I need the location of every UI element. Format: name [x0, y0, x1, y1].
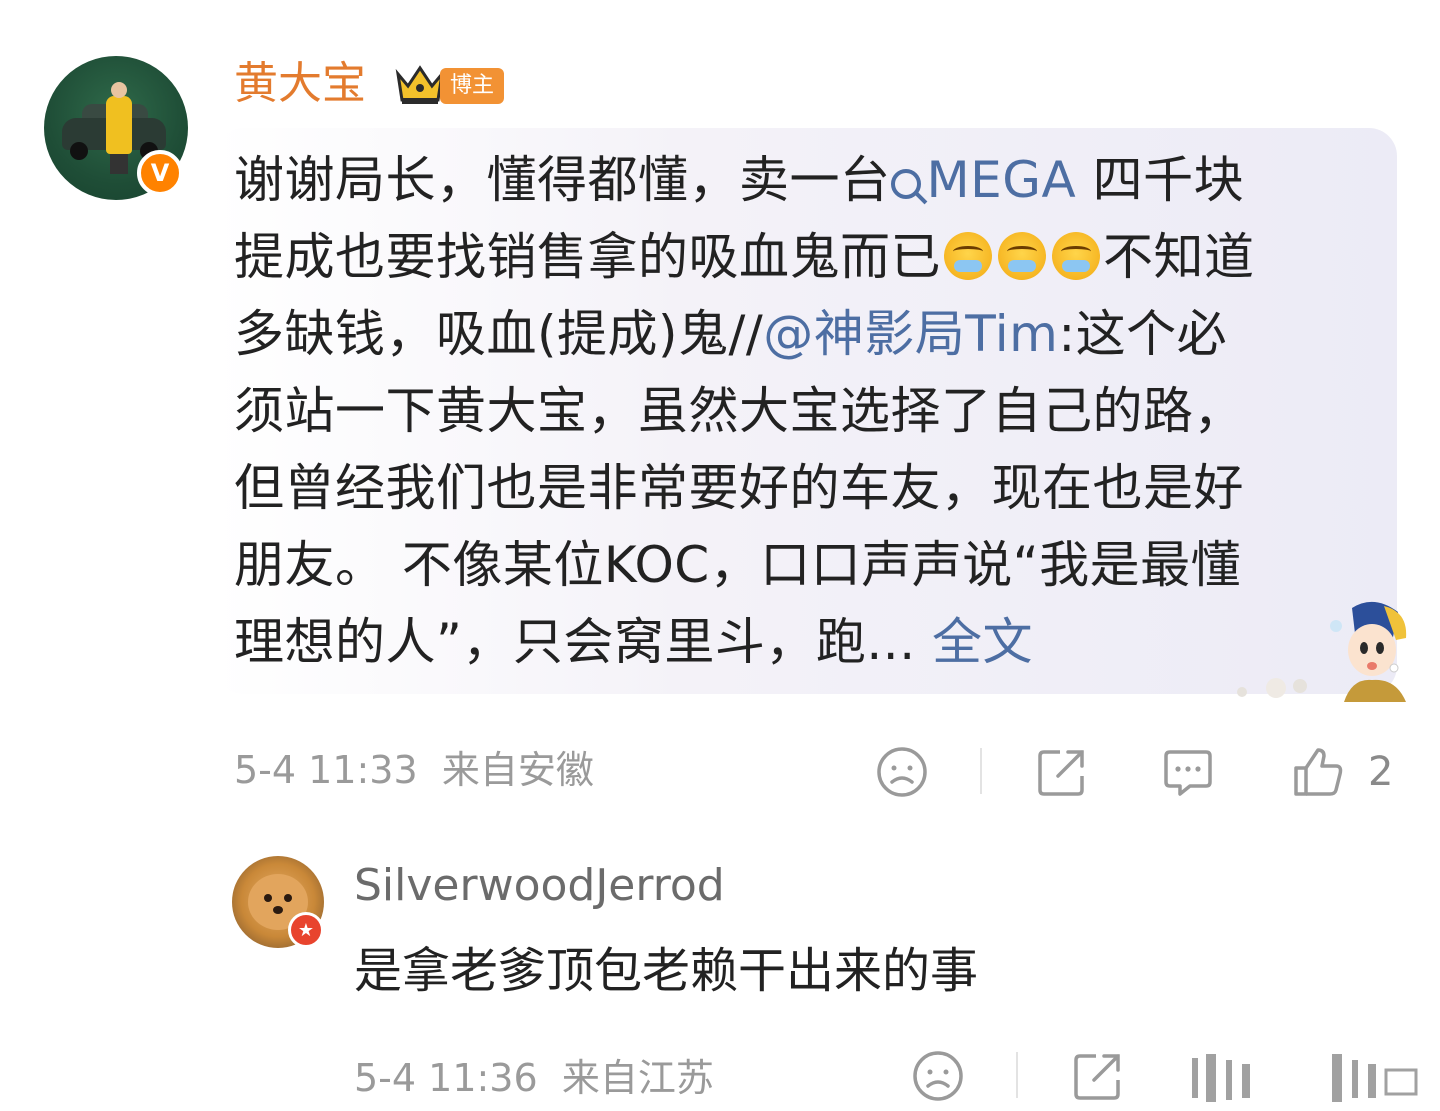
comment-line-6: 朋友。 不像某位KOC，口口声声说“我是最懂: [234, 536, 1242, 594]
like-icon[interactable]: [1290, 744, 1346, 800]
share-icon[interactable]: [1034, 744, 1090, 800]
share-icon[interactable]: [1070, 1048, 1126, 1104]
comment-line-5: 但曾经我们也是非常要好的车友，现在也是好: [234, 459, 1244, 517]
author-username[interactable]: 黄大宝: [234, 56, 366, 112]
blogger-badge: 博主: [440, 68, 505, 104]
search-link-mega[interactable]: MEGA: [890, 151, 1077, 209]
sad-face-icon[interactable]: [874, 744, 930, 800]
read-more-link[interactable]: 全文: [932, 613, 1033, 671]
crying-emoji-icon: [998, 232, 1046, 280]
comment-line-1: 谢谢局长，懂得都懂，卖一台 MEGA 四千块: [234, 151, 1245, 209]
verified-icon: V: [137, 150, 183, 196]
comment-text: 谢谢局长，懂得都懂，卖一台 MEGA 四千块 提成也要找销售拿的吸血鬼而已 不知道 …: [234, 142, 1364, 681]
comment-meta: 5-4 11:33 来自安徽: [234, 748, 594, 792]
sad-face-icon[interactable]: [910, 1048, 966, 1104]
snowballs-icon: [1237, 678, 1307, 698]
reply-text: 是拿老爹顶包老赖干出来的事: [354, 943, 979, 999]
mention-link[interactable]: @神影局Tim: [763, 305, 1058, 363]
watermark-icon: [1192, 1054, 1418, 1102]
divider: [1016, 1052, 1018, 1098]
search-icon: [890, 168, 921, 199]
reply-username[interactable]: SilverwoodJerrod: [354, 856, 725, 916]
crying-emoji-icon: [1052, 232, 1100, 280]
comment-line-3: 多缺钱，吸血(提成)鬼//@神影局Tim:这个必: [234, 305, 1228, 363]
card-decoration-icon: [1330, 601, 1407, 702]
like-count: 2: [1368, 749, 1394, 795]
comment-line-4: 须站一下黄大宝，虽然大宝选择了自己的路，: [234, 382, 1244, 440]
divider: [980, 748, 982, 794]
crown-icon: [395, 65, 445, 104]
comment-icon[interactable]: [1160, 744, 1216, 800]
reply-meta: 5-4 11:36 来自江苏: [354, 1056, 714, 1100]
comment-line-7: 理想的人”，只会窝里斗，跑... 全文: [234, 613, 1033, 671]
star-icon: ★: [288, 912, 324, 948]
comment-line-2: 提成也要找销售拿的吸血鬼而已 不知道: [234, 228, 1255, 286]
crying-emoji-icon: [944, 232, 992, 280]
